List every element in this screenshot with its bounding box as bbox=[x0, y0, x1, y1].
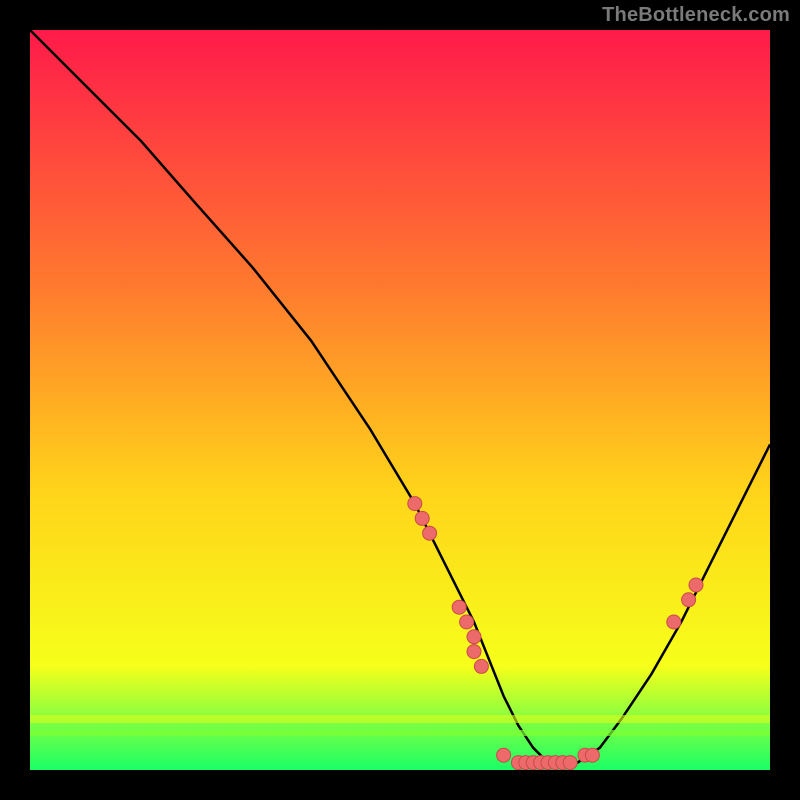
data-marker bbox=[563, 756, 577, 770]
data-marker bbox=[467, 630, 481, 644]
data-marker bbox=[585, 748, 599, 762]
chart-frame: TheBottleneck.com bbox=[0, 0, 800, 800]
data-marker bbox=[667, 615, 681, 629]
bottleneck-chart bbox=[30, 30, 770, 770]
data-marker bbox=[460, 615, 474, 629]
band-accent-1 bbox=[30, 715, 770, 723]
data-marker bbox=[408, 497, 422, 511]
data-marker bbox=[474, 659, 488, 673]
data-marker bbox=[452, 600, 466, 614]
data-marker bbox=[423, 526, 437, 540]
data-marker bbox=[689, 578, 703, 592]
data-marker bbox=[497, 748, 511, 762]
band-accent-2 bbox=[30, 730, 770, 736]
attribution-text: TheBottleneck.com bbox=[602, 4, 790, 27]
data-marker bbox=[415, 511, 429, 525]
data-marker bbox=[682, 593, 696, 607]
data-marker bbox=[467, 645, 481, 659]
